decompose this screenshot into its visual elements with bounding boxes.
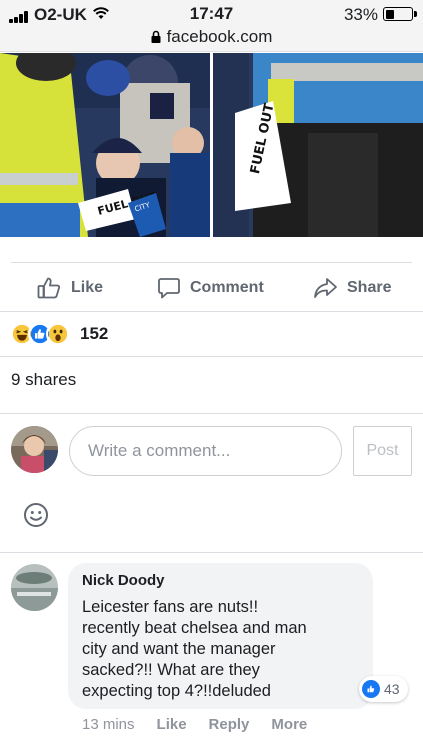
crowd-photo-image: FUEL OUT CITY — [0, 53, 210, 237]
comment-label: Comment — [190, 279, 264, 296]
comment-button[interactable]: Comment — [157, 275, 264, 301]
browser-status-bar: O2-UK 17:47 33% facebook.com — [0, 0, 423, 52]
like-badge-count: 43 — [384, 681, 400, 697]
share-label: Share — [347, 279, 392, 296]
wow-reaction-icon — [46, 322, 70, 346]
comment-more-button[interactable]: More — [271, 716, 307, 733]
user-avatar-image — [11, 426, 58, 473]
steward-photo-image: FUEL OUT — [213, 53, 423, 237]
like-badge-icon — [362, 680, 380, 698]
share-arrow-icon — [314, 278, 337, 298]
comment-input[interactable] — [69, 426, 342, 476]
comment-like-count[interactable]: 43 — [359, 676, 408, 702]
comment-meta: 13 mins Like Reply More — [82, 716, 329, 733]
url-text: facebook.com — [166, 27, 273, 46]
battery-icon — [383, 7, 417, 21]
divider — [0, 356, 423, 357]
reactions-summary[interactable]: 152 — [10, 321, 108, 347]
emoji-picker-icon[interactable] — [23, 502, 49, 528]
share-button[interactable]: Share — [313, 275, 391, 301]
post-photo-2[interactable]: FUEL OUT — [213, 53, 423, 237]
address-bar[interactable]: facebook.com — [0, 27, 423, 47]
comment-reply-button[interactable]: Reply — [209, 716, 250, 733]
comment-text: Leicester fans are nuts!! recently beat … — [82, 598, 307, 700]
like-button[interactable]: Like — [37, 275, 103, 301]
lock-icon — [151, 30, 161, 43]
post-photos: FUEL OUT CITY FUEL OUT — [0, 53, 423, 237]
thumbs-up-icon — [37, 277, 61, 299]
comment-author[interactable]: Nick Doody — [82, 572, 361, 589]
divider — [0, 413, 423, 414]
post-photo-1[interactable]: FUEL OUT CITY — [0, 53, 210, 237]
post-button[interactable]: Post — [353, 426, 412, 476]
post-action-bar: Like Comment Share — [0, 263, 423, 311]
speech-bubble-icon — [158, 278, 180, 299]
comment-bubble: Nick Doody Leicester fans are nuts!! rec… — [68, 563, 373, 709]
commenter-avatar[interactable] — [11, 564, 58, 611]
battery-percent: 33% — [343, 5, 378, 24]
comment-like-button[interactable]: Like — [157, 716, 187, 733]
current-user-avatar[interactable] — [11, 426, 58, 473]
like-label: Like — [71, 279, 104, 296]
comment-timestamp: 13 mins — [82, 716, 135, 733]
divider — [0, 311, 423, 312]
divider — [0, 552, 423, 553]
commenter-avatar-image — [11, 564, 58, 611]
reaction-count: 152 — [80, 324, 109, 343]
shares-count[interactable]: 9 shares — [11, 370, 76, 390]
